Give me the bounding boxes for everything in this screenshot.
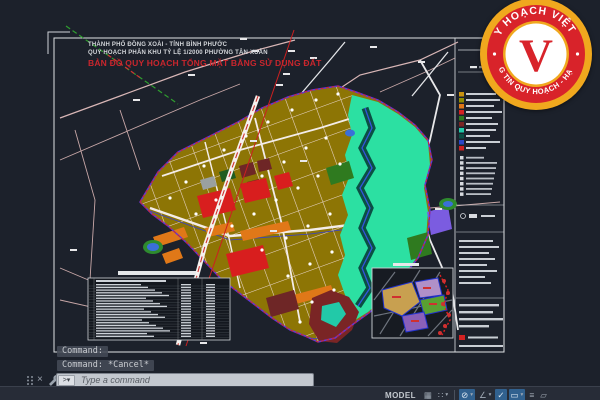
close-icon[interactable]: × <box>37 375 43 385</box>
watermark-logo: QUY HOẠCH VIỆT VN THÔNG TIN QUY HOẠCH - … <box>477 0 595 114</box>
chevron-down-icon[interactable]: ▾ <box>521 389 524 400</box>
command-placeholder: Type a command <box>81 375 150 385</box>
snap-icon[interactable]: ∷▾ <box>436 389 450 400</box>
chevron-down-icon[interactable]: ▾ <box>470 389 473 400</box>
grip-handle-icon[interactable] <box>26 375 33 386</box>
sheet-subtitle-2: QUY HOẠCH PHÂN KHU TỶ LỆ 1/2000 PHƯỜNG T… <box>88 50 321 58</box>
inset-map[interactable] <box>372 263 453 338</box>
sheet-subtitle-1: THÀNH PHỐ ĐỒNG XOÀI - TỈNH BÌNH PHƯỚC <box>88 42 321 50</box>
osnap-icon[interactable]: ✓ <box>495 389 506 400</box>
sheet-main-title: BẢN ĐỒ QUY HOẠCH TỔNG MẶT BẰNG SỬ DỤNG Đ… <box>88 58 321 69</box>
chevron-down-icon[interactable]: ▾ <box>489 389 492 400</box>
command-palette-controls: × <box>26 374 59 386</box>
model-space-button[interactable]: MODEL <box>385 391 416 400</box>
sheet-title-block: THÀNH PHỐ ĐỒNG XOÀI - TỈNH BÌNH PHƯỚC QU… <box>88 42 321 69</box>
selection-cycling-icon[interactable]: ▭▾ <box>509 389 526 400</box>
command-history-line[interactable]: Command: <box>57 346 108 357</box>
isodraft-icon[interactable]: ⊘▾ <box>459 389 475 400</box>
command-history-line[interactable]: Command: *Cancel* <box>57 360 154 371</box>
statistics-table[interactable] <box>88 271 230 340</box>
command-line-icon[interactable]: >▾ <box>58 375 75 386</box>
lineweight-icon[interactable]: ≡ <box>527 389 536 400</box>
command-input[interactable]: >▾ Type a command <box>56 373 314 387</box>
chevron-down-icon[interactable]: ▾ <box>445 389 448 400</box>
status-bar: MODEL ▦∷▾ ⊘▾∠▾✓▭▾≡▱ <box>385 389 549 400</box>
autocad-window: THÀNH PHỐ ĐỒNG XOÀI - TỈNH BÌNH PHƯỚC QU… <box>0 0 600 400</box>
status-separator <box>454 390 455 400</box>
polar-tracking-icon[interactable]: ∠▾ <box>477 389 493 400</box>
grid-icon[interactable]: ▦ <box>422 389 434 400</box>
logo-monogram: V <box>519 30 553 82</box>
annotation-scale-icon[interactable]: ▱ <box>538 389 549 400</box>
legend-symbols <box>461 214 496 219</box>
